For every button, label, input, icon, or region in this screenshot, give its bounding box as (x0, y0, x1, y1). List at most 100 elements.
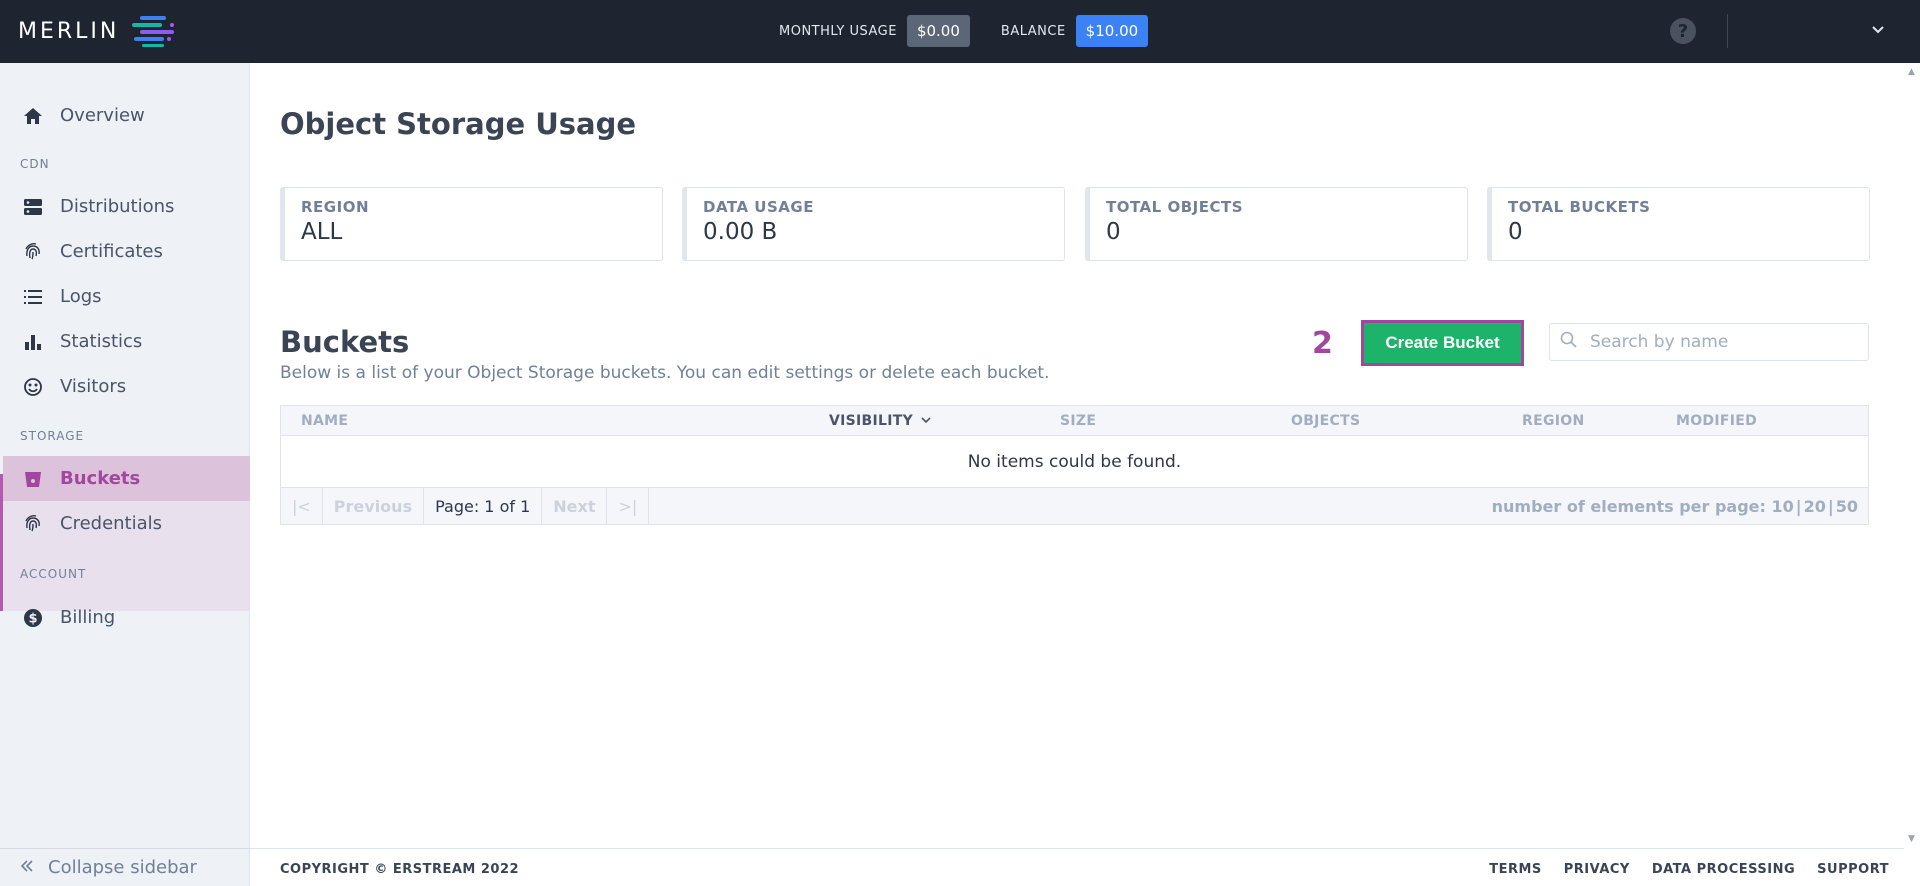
sidebar-section-storage: STORAGE (20, 429, 85, 443)
sidebar-item-label: Distributions (60, 196, 175, 217)
per-page-option-10[interactable]: 10 (1772, 497, 1794, 516)
sidebar-item-label: Statistics (60, 331, 143, 352)
footer-link-data-processing[interactable]: DATA PROCESSING (1652, 862, 1795, 877)
sidebar: Overview CDN Distributions Certificates … (0, 63, 250, 886)
dollar-icon: $ (22, 607, 44, 629)
stat-label: DATA USAGE (703, 198, 814, 216)
svg-text:$: $ (28, 611, 37, 626)
footer-link-terms[interactable]: TERMS (1489, 862, 1542, 877)
balance-label: BALANCE (1000, 23, 1066, 39)
stat-card-total-buckets: TOTAL BUCKETS 0 (1487, 187, 1870, 261)
balance-badge[interactable]: $10.00 (1075, 15, 1149, 47)
stat-value: 0 (1508, 219, 1523, 245)
sidebar-item-label: Overview (60, 105, 145, 126)
vertical-scrollbar[interactable]: ▲ ▼ (1904, 63, 1920, 848)
sidebar-item-label: Credentials (60, 513, 163, 534)
sidebar-item-billing[interactable]: $ Billing (0, 595, 250, 640)
sidebar-item-label: Visitors (60, 376, 127, 397)
buckets-description: Below is a list of your Object Storage b… (280, 363, 1050, 383)
create-bucket-button[interactable]: Create Bucket (1361, 320, 1524, 366)
scroll-down-arrow-icon[interactable]: ▼ (1908, 834, 1915, 844)
footer-link-support[interactable]: SUPPORT (1817, 862, 1889, 877)
sort-chevron-down-icon (921, 417, 931, 424)
sidebar-item-distributions[interactable]: Distributions (0, 184, 250, 229)
column-header-size[interactable]: SIZE (1060, 413, 1096, 429)
copyright-text: COPYRIGHT © ERSTREAM 2022 (280, 862, 520, 877)
merlin-logo[interactable]: MERLIN (18, 13, 174, 49)
list-icon (22, 286, 44, 308)
footer-link-privacy[interactable]: PRIVACY (1564, 862, 1630, 877)
stat-value: 0.00 B (703, 219, 778, 245)
sidebar-item-label: Billing (60, 607, 116, 628)
stat-label: TOTAL BUCKETS (1508, 198, 1651, 216)
page-title: Object Storage Usage (280, 107, 637, 141)
topbar-divider (1727, 14, 1728, 48)
scroll-up-arrow-icon[interactable]: ▲ (1908, 67, 1915, 77)
column-header-name[interactable]: NAME (301, 413, 348, 429)
usage-summary: MONTHLY USAGE $0.00 BALANCE $10.00 (779, 15, 1149, 47)
column-header-label: VISIBILITY (829, 413, 914, 429)
sidebar-item-label: Certificates (60, 241, 163, 262)
buckets-table: NAME VISIBILITY SIZE OBJECTS REGION MODI… (280, 405, 1869, 525)
sidebar-item-overview[interactable]: Overview (0, 93, 250, 138)
table-header: NAME VISIBILITY SIZE OBJECTS REGION MODI… (281, 406, 1868, 436)
sidebar-item-credentials[interactable]: Credentials (3, 501, 250, 546)
logo-mark-icon (132, 16, 174, 47)
help-icon[interactable]: ? (1670, 18, 1696, 44)
per-page-option-20[interactable]: 20 (1804, 497, 1826, 516)
sidebar-item-statistics[interactable]: Statistics (0, 319, 250, 364)
stat-value: ALL (301, 219, 343, 245)
stat-card-data-usage: DATA USAGE 0.00 B (682, 187, 1065, 261)
main-content: Object Storage Usage REGION ALL DATA USA… (250, 63, 1904, 848)
stat-label: TOTAL OBJECTS (1106, 198, 1243, 216)
sidebar-item-label: Logs (60, 286, 102, 307)
sidebar-item-logs[interactable]: Logs (0, 274, 250, 319)
home-icon (22, 105, 44, 127)
column-header-visibility[interactable]: VISIBILITY (829, 413, 931, 429)
monthly-usage-label: MONTHLY USAGE (779, 23, 897, 39)
first-page-button[interactable]: |< (281, 488, 323, 524)
footer-links: TERMS PRIVACY DATA PROCESSING SUPPORT (1489, 862, 1889, 877)
collapse-sidebar-label: Collapse sidebar (48, 857, 197, 878)
stat-label: REGION (301, 198, 369, 216)
bar-chart-icon (22, 331, 44, 353)
column-header-modified[interactable]: MODIFIED (1676, 413, 1757, 429)
sidebar-item-label: Buckets (60, 468, 141, 489)
stat-card-region: REGION ALL (280, 187, 663, 261)
pagination-bar: |< Previous Page: 1 of 1 Next >| number … (281, 488, 1868, 524)
top-bar: MERLIN MONTHLY USAGE $0.00 BALANCE $10.0… (0, 0, 1920, 63)
previous-page-button[interactable]: Previous (323, 488, 425, 524)
account-chevron-down-icon[interactable] (1870, 22, 1886, 38)
footer: COPYRIGHT © ERSTREAM 2022 TERMS PRIVACY … (250, 848, 1904, 886)
per-page-label: number of elements per page: (1491, 497, 1766, 516)
buckets-heading: Buckets (280, 325, 410, 359)
per-page-option-50[interactable]: 50 (1836, 497, 1858, 516)
logo-text: MERLIN (18, 18, 120, 44)
server-icon (22, 196, 44, 218)
fingerprint-icon (22, 513, 44, 535)
per-page-selector: number of elements per page: 10 | 20 | 50 (1491, 497, 1858, 516)
stat-value: 0 (1106, 219, 1121, 245)
search-input[interactable] (1590, 332, 1850, 352)
smiley-icon (22, 376, 44, 398)
monthly-usage-badge: $0.00 (906, 15, 970, 47)
column-header-objects[interactable]: OBJECTS (1291, 413, 1360, 429)
column-header-region[interactable]: REGION (1522, 413, 1584, 429)
page-info: Page: 1 of 1 (424, 488, 543, 524)
sidebar-item-certificates[interactable]: Certificates (0, 229, 250, 274)
collapse-sidebar-button[interactable]: Collapse sidebar (0, 848, 250, 886)
sidebar-section-cdn: CDN (20, 157, 50, 171)
double-chevron-left-icon (20, 857, 34, 878)
bucket-icon (22, 468, 44, 490)
step-number-badge: 2 (1312, 326, 1333, 361)
next-page-button[interactable]: Next (542, 488, 608, 524)
search-icon (1560, 331, 1578, 353)
sidebar-section-account: ACCOUNT (20, 567, 87, 581)
fingerprint-icon (22, 241, 44, 263)
empty-table-message: No items could be found. (281, 436, 1868, 488)
stat-card-total-objects: TOTAL OBJECTS 0 (1085, 187, 1468, 261)
last-page-button[interactable]: >| (607, 488, 650, 524)
search-box[interactable] (1549, 323, 1869, 361)
sidebar-item-visitors[interactable]: Visitors (0, 364, 250, 409)
sidebar-item-buckets[interactable]: Buckets (3, 456, 250, 501)
